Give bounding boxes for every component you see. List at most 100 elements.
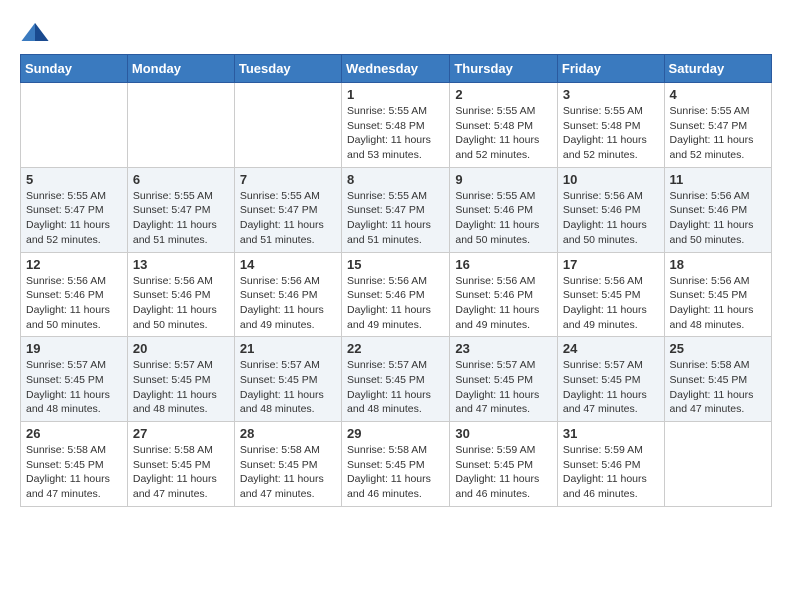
calendar-cell: 14 Sunrise: 5:56 AM Sunset: 5:46 PM Dayli… [234, 252, 341, 337]
calendar-cell [234, 83, 341, 168]
page-header [20, 20, 772, 44]
calendar-cell: 21 Sunrise: 5:57 AM Sunset: 5:45 PM Dayli… [234, 337, 341, 422]
day-number: 19 [26, 341, 122, 356]
day-number: 17 [563, 257, 659, 272]
calendar-week-row: 12 Sunrise: 5:56 AM Sunset: 5:46 PM Dayli… [21, 252, 772, 337]
calendar-cell: 9 Sunrise: 5:55 AM Sunset: 5:46 PM Daylig… [450, 167, 558, 252]
calendar-cell: 20Sunrise: 5:57 AM Sunset: 5:45 PM Dayli… [127, 337, 234, 422]
calendar-cell: 4 Sunrise: 5:55 AM Sunset: 5:47 PM Daylig… [664, 83, 771, 168]
day-number: 16 [455, 257, 552, 272]
day-number: 3 [563, 87, 659, 102]
day-info: Sunrise: 5:56 AM Sunset: 5:46 PM Dayligh… [347, 274, 444, 333]
calendar-cell: 1 Sunrise: 5:55 AM Sunset: 5:48 PM Daylig… [342, 83, 450, 168]
day-number: 8 [347, 172, 444, 187]
calendar-cell: 6Sunrise: 5:55 AM Sunset: 5:47 PM Daylig… [127, 167, 234, 252]
calendar-week-row: 5 Sunrise: 5:55 AM Sunset: 5:47 PM Daylig… [21, 167, 772, 252]
day-info: Sunrise: 5:58 AM Sunset: 5:45 PM Dayligh… [133, 443, 229, 502]
day-number: 29 [347, 426, 444, 441]
day-number: 5 [26, 172, 122, 187]
day-info: Sunrise: 5:58 AM Sunset: 5:45 PM Dayligh… [347, 443, 444, 502]
day-info: Sunrise: 5:56 AM Sunset: 5:46 PM Dayligh… [240, 274, 336, 333]
day-info: Sunrise: 5:55 AM Sunset: 5:47 PM Dayligh… [347, 189, 444, 248]
weekday-header-friday: Friday [557, 55, 664, 83]
day-info: Sunrise: 5:57 AM Sunset: 5:45 PM Dayligh… [133, 358, 229, 417]
day-info: Sunrise: 5:55 AM Sunset: 5:47 PM Dayligh… [26, 189, 122, 248]
calendar-cell: 15 Sunrise: 5:56 AM Sunset: 5:46 PM Dayli… [342, 252, 450, 337]
calendar-cell [21, 83, 128, 168]
day-info: Sunrise: 5:57 AM Sunset: 5:45 PM Dayligh… [563, 358, 659, 417]
day-number: 25 [670, 341, 766, 356]
day-info: Sunrise: 5:57 AM Sunset: 5:45 PM Dayligh… [347, 358, 444, 417]
day-info: Sunrise: 5:57 AM Sunset: 5:45 PM Dayligh… [26, 358, 122, 417]
calendar-cell [127, 83, 234, 168]
calendar-cell: 5 Sunrise: 5:55 AM Sunset: 5:47 PM Daylig… [21, 167, 128, 252]
day-info: Sunrise: 5:57 AM Sunset: 5:45 PM Dayligh… [240, 358, 336, 417]
calendar-week-row: 19 Sunrise: 5:57 AM Sunset: 5:45 PM Dayli… [21, 337, 772, 422]
calendar-cell: 8 Sunrise: 5:55 AM Sunset: 5:47 PM Daylig… [342, 167, 450, 252]
logo-icon [20, 20, 50, 44]
day-info: Sunrise: 5:56 AM Sunset: 5:46 PM Dayligh… [455, 274, 552, 333]
calendar-cell: 28 Sunrise: 5:58 AM Sunset: 5:45 PM Dayli… [234, 422, 341, 507]
day-info: Sunrise: 5:55 AM Sunset: 5:47 PM Dayligh… [133, 189, 229, 248]
calendar-cell [664, 422, 771, 507]
day-number: 13 [133, 257, 229, 272]
day-number: 2 [455, 87, 552, 102]
day-info: Sunrise: 5:55 AM Sunset: 5:48 PM Dayligh… [347, 104, 444, 163]
day-number: 14 [240, 257, 336, 272]
calendar-cell: 16 Sunrise: 5:56 AM Sunset: 5:46 PM Dayli… [450, 252, 558, 337]
day-info: Sunrise: 5:55 AM Sunset: 5:48 PM Dayligh… [455, 104, 552, 163]
day-number: 7 [240, 172, 336, 187]
day-info: Sunrise: 5:58 AM Sunset: 5:45 PM Dayligh… [240, 443, 336, 502]
calendar-cell: 29 Sunrise: 5:58 AM Sunset: 5:45 PM Dayli… [342, 422, 450, 507]
calendar-cell: 25 Sunrise: 5:58 AM Sunset: 5:45 PM Dayli… [664, 337, 771, 422]
day-number: 12 [26, 257, 122, 272]
day-info: Sunrise: 5:56 AM Sunset: 5:46 PM Dayligh… [563, 189, 659, 248]
calendar-cell: 2 Sunrise: 5:55 AM Sunset: 5:48 PM Daylig… [450, 83, 558, 168]
calendar-cell: 11Sunrise: 5:56 AM Sunset: 5:46 PM Dayli… [664, 167, 771, 252]
day-info: Sunrise: 5:56 AM Sunset: 5:46 PM Dayligh… [133, 274, 229, 333]
calendar-cell: 22 Sunrise: 5:57 AM Sunset: 5:45 PM Dayli… [342, 337, 450, 422]
day-number: 22 [347, 341, 444, 356]
day-info: Sunrise: 5:55 AM Sunset: 5:47 PM Dayligh… [240, 189, 336, 248]
logo [20, 20, 54, 44]
day-number: 24 [563, 341, 659, 356]
calendar-week-row: 1 Sunrise: 5:55 AM Sunset: 5:48 PM Daylig… [21, 83, 772, 168]
day-number: 30 [455, 426, 552, 441]
day-number: 21 [240, 341, 336, 356]
calendar-cell: 24 Sunrise: 5:57 AM Sunset: 5:45 PM Dayli… [557, 337, 664, 422]
weekday-header-monday: Monday [127, 55, 234, 83]
weekday-header-wednesday: Wednesday [342, 55, 450, 83]
calendar-cell: 17 Sunrise: 5:56 AM Sunset: 5:45 PM Dayli… [557, 252, 664, 337]
day-number: 31 [563, 426, 659, 441]
calendar-week-row: 26 Sunrise: 5:58 AM Sunset: 5:45 PM Dayli… [21, 422, 772, 507]
calendar-cell: 30 Sunrise: 5:59 AM Sunset: 5:45 PM Dayli… [450, 422, 558, 507]
day-info: Sunrise: 5:56 AM Sunset: 5:45 PM Dayligh… [670, 274, 766, 333]
day-info: Sunrise: 5:56 AM Sunset: 5:45 PM Dayligh… [563, 274, 659, 333]
day-info: Sunrise: 5:55 AM Sunset: 5:47 PM Dayligh… [670, 104, 766, 163]
calendar-header-row: SundayMondayTuesdayWednesdayThursdayFrid… [21, 55, 772, 83]
calendar-cell: 31 Sunrise: 5:59 AM Sunset: 5:46 PM Dayli… [557, 422, 664, 507]
calendar-cell: 19 Sunrise: 5:57 AM Sunset: 5:45 PM Dayli… [21, 337, 128, 422]
day-number: 9 [455, 172, 552, 187]
day-number: 15 [347, 257, 444, 272]
day-info: Sunrise: 5:55 AM Sunset: 5:48 PM Dayligh… [563, 104, 659, 163]
calendar-cell: 23 Sunrise: 5:57 AM Sunset: 5:45 PM Dayli… [450, 337, 558, 422]
calendar-cell: 7 Sunrise: 5:55 AM Sunset: 5:47 PM Daylig… [234, 167, 341, 252]
day-number: 28 [240, 426, 336, 441]
day-info: Sunrise: 5:57 AM Sunset: 5:45 PM Dayligh… [455, 358, 552, 417]
calendar-cell: 10 Sunrise: 5:56 AM Sunset: 5:46 PM Dayli… [557, 167, 664, 252]
calendar-cell: 12 Sunrise: 5:56 AM Sunset: 5:46 PM Dayli… [21, 252, 128, 337]
weekday-header-saturday: Saturday [664, 55, 771, 83]
day-number: 23 [455, 341, 552, 356]
day-number: 4 [670, 87, 766, 102]
day-number: 10 [563, 172, 659, 187]
day-info: Sunrise: 5:58 AM Sunset: 5:45 PM Dayligh… [670, 358, 766, 417]
day-info: Sunrise: 5:56 AM Sunset: 5:46 PM Dayligh… [26, 274, 122, 333]
day-info: Sunrise: 5:59 AM Sunset: 5:46 PM Dayligh… [563, 443, 659, 502]
day-number: 18 [670, 257, 766, 272]
day-number: 26 [26, 426, 122, 441]
day-info: Sunrise: 5:59 AM Sunset: 5:45 PM Dayligh… [455, 443, 552, 502]
day-number: 1 [347, 87, 444, 102]
day-number: 27 [133, 426, 229, 441]
day-info: Sunrise: 5:55 AM Sunset: 5:46 PM Dayligh… [455, 189, 552, 248]
